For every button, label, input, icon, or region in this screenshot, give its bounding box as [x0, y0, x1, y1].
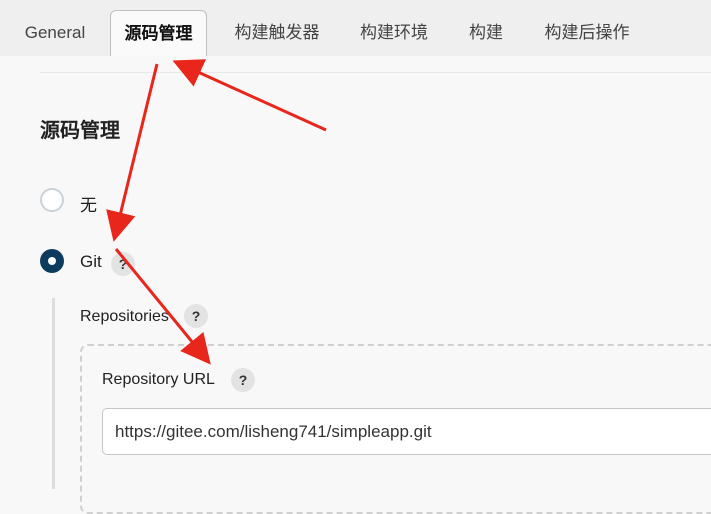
arrow-to-git-option [106, 63, 159, 242]
git-options-indent-line [52, 298, 55, 489]
tab-scm[interactable]: 源码管理 [110, 10, 207, 56]
tab-bar: General 源码管理 构建触发器 构建环境 构建 构建后操作 [0, 0, 711, 56]
repositories-label: Repositories [80, 308, 169, 325]
repository-url-input[interactable] [102, 408, 711, 455]
repository-url-label: Repository URL [102, 371, 215, 388]
tab-build[interactable]: 构建 [456, 12, 516, 54]
repositories-help-icon[interactable]: ? [184, 304, 208, 328]
repository-url-help-icon[interactable]: ? [231, 368, 255, 392]
tab-build-triggers[interactable]: 构建触发器 [222, 12, 332, 54]
tab-general[interactable]: General [14, 12, 96, 54]
tab-post-build-actions[interactable]: 构建后操作 [532, 12, 642, 54]
arrow-to-scm-tab [172, 59, 327, 132]
radio-none[interactable] [40, 188, 64, 212]
tab-build-environment[interactable]: 构建环境 [348, 12, 440, 54]
radio-git[interactable] [40, 249, 64, 273]
git-help-icon[interactable]: ? [111, 252, 135, 276]
radio-none-label[interactable]: 无 [80, 191, 97, 216]
section-title: 源码管理 [40, 120, 120, 142]
radio-git-label[interactable]: Git [80, 252, 102, 272]
section-divider [40, 72, 711, 73]
